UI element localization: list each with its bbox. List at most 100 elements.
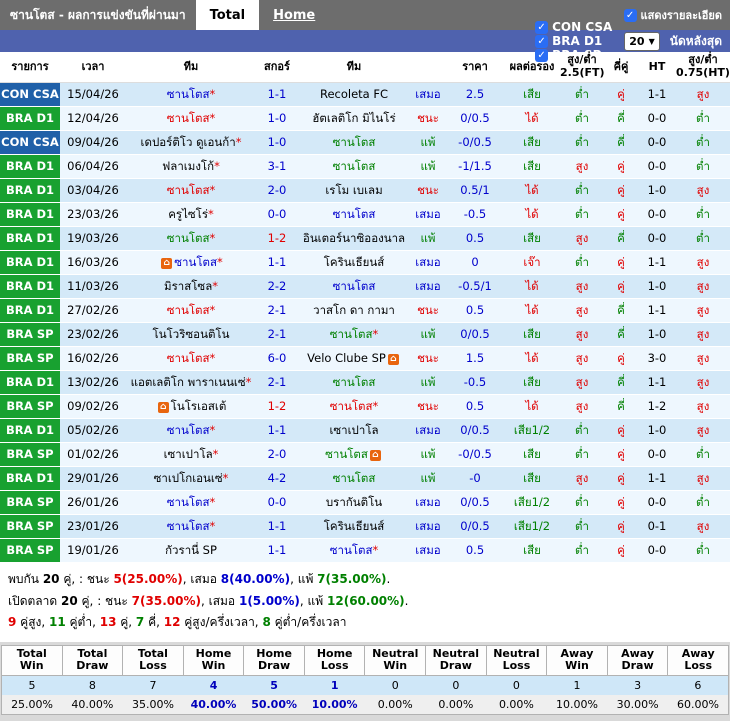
match-row: BRA SP26/01/26ซานโตส*0-0บรากันติโนเสมอ0/… <box>0 491 730 515</box>
match-score: 2-0 <box>256 179 298 203</box>
stats-header-cell: Home Loss <box>304 645 365 675</box>
league-filter-bra-d1[interactable]: ✓BRA D1 <box>535 34 612 48</box>
league-badge: BRA D1 <box>0 203 60 227</box>
stats-table: Total WinTotal DrawTotal LossHome WinHom… <box>1 645 729 715</box>
summary-segment: 8 <box>262 615 270 629</box>
odds-cell: -0 <box>446 467 504 491</box>
odd-even-cell: คี่ <box>604 371 638 395</box>
match-score: 1-1 <box>256 539 298 563</box>
summary-segment: คู่, : ชนะ <box>60 572 114 586</box>
over-under-ht-cell: สูง <box>676 299 730 323</box>
home-team: ⌂โนโรเอสเต้ <box>126 395 256 419</box>
tab-bar: Total Home <box>196 0 330 30</box>
team-name: ฮัตเลติโก มิไนโร่ <box>312 111 395 125</box>
over-under-ft-cell: ต่ำ <box>560 83 604 107</box>
team-name: ซานโตส <box>167 303 210 317</box>
home-team: แอตเลติโก พาราเนนเซ่* <box>126 371 256 395</box>
ht-score-cell: 1-1 <box>638 299 676 323</box>
tab-home[interactable]: Home <box>259 0 329 30</box>
league-badge: BRA SP <box>0 323 60 347</box>
match-row: BRA D105/02/26ซานโตส*1-1เซาเปาโลเสมอ0/0.… <box>0 419 730 443</box>
result-cell: แพ้ <box>410 131 446 155</box>
over-under-ht-cell: ต่ำ <box>676 491 730 515</box>
team-name: ซานโตส <box>167 111 210 125</box>
over-under-ft-cell: สูง <box>560 227 604 251</box>
team-name: บรากันติโน <box>326 495 382 509</box>
home-team: ซาเปโกเอนเซ่* <box>126 467 256 491</box>
match-date: 23/02/26 <box>60 323 126 347</box>
summary-segment: . <box>405 594 409 608</box>
over-under-ft-cell: สูง <box>560 347 604 371</box>
match-row: CON CSA15/04/26ซานโตส*1-1Recoleta FCเสมอ… <box>0 83 730 107</box>
details-checkbox[interactable]: ✓ <box>624 9 637 22</box>
result-cell: แพ้ <box>410 443 446 467</box>
stats-header-cell: Away Draw <box>607 645 668 675</box>
result-cell: เสมอ <box>410 515 446 539</box>
ht-score-cell: 0-0 <box>638 203 676 227</box>
team-name: เซาเปาโล <box>329 423 378 437</box>
match-count-label: นัดหลังสุด <box>670 32 722 51</box>
team-name: โครินเธียนส์ <box>324 255 384 269</box>
chevron-down-icon: ▼ <box>649 34 655 49</box>
match-date: 23/03/26 <box>60 203 126 227</box>
over-under-ft-cell: ต่ำ <box>560 443 604 467</box>
ht-score-cell: 1-0 <box>638 179 676 203</box>
home-team: ฟลาเมงโก้* <box>126 155 256 179</box>
match-date: 06/04/26 <box>60 155 126 179</box>
match-date: 23/01/26 <box>60 515 126 539</box>
league-filter-con-csa[interactable]: ✓CON CSA <box>535 20 612 34</box>
team-name: เรโม เบเลม <box>325 183 382 197</box>
tab-total[interactable]: Total <box>196 0 260 30</box>
handicap-result-cell: เสีย1/2 <box>504 491 560 515</box>
league-badge: BRA D1 <box>0 419 60 443</box>
team-name: ฟลาเมงโก้ <box>162 159 214 173</box>
match-date: 26/01/26 <box>60 491 126 515</box>
summary-block: พบกัน 20 คู่, : ชนะ 5(25.00%), เสมอ 8(40… <box>0 563 730 642</box>
team-name: เซาเปาโล <box>164 447 213 461</box>
favorite-star-icon: * <box>210 231 216 245</box>
app-titlebar: ซานโตส - ผลการแข่งขันที่ผ่านมา Total Hom… <box>0 0 730 30</box>
stats-value-cell: 0 <box>426 676 487 696</box>
league-badge: BRA D1 <box>0 371 60 395</box>
favorite-star-icon: * <box>210 423 216 437</box>
favorite-star-icon: * <box>214 159 220 173</box>
stats-values-row: 587451000136 <box>2 676 729 696</box>
home-team: ซานโตส* <box>126 419 256 443</box>
odd-even-cell: คู่ <box>604 467 638 491</box>
team-name: มิราสโซล <box>164 279 212 293</box>
match-score: 4-2 <box>256 467 298 491</box>
home-team: โนโวริซอนติโน <box>126 323 256 347</box>
over-under-ht-cell: ต่ำ <box>676 443 730 467</box>
handicap-result-cell: เสีย <box>504 323 560 347</box>
summary-segment: , แพ้ <box>290 572 317 586</box>
match-score: 1-2 <box>256 227 298 251</box>
summary-segment: 7(35.00%) <box>132 594 201 608</box>
over-under-ht-cell: สูง <box>676 371 730 395</box>
match-count-select[interactable]: 20 ▼ <box>624 32 659 51</box>
odd-even-cell: คู่ <box>604 515 638 539</box>
away-team: ซานโตส <box>298 467 410 491</box>
favorite-star-icon: * <box>373 543 379 557</box>
away-team: เรโม เบเลม <box>298 179 410 203</box>
odds-cell: 0/0.5 <box>446 107 504 131</box>
match-row: BRA D127/02/26ซานโตส*2-1วาสโก ดา กามาชนะ… <box>0 299 730 323</box>
away-team: ซานโตส* <box>298 395 410 419</box>
match-score: 1-1 <box>256 251 298 275</box>
over-under-ft-cell: สูง <box>560 299 604 323</box>
results-table: รายการเวลาทีมสกอร์ทีมราคาผลต่อรองสูง/ต่ำ… <box>0 52 730 563</box>
match-row: BRA SP01/02/26เซาเปาโล*2-0ซานโตส⌂แพ้-0/0… <box>0 443 730 467</box>
over-under-ft-cell: สูง <box>560 395 604 419</box>
team-name: ซาเปโกเอนเซ่ <box>154 471 223 485</box>
over-under-ft-cell: สูง <box>560 371 604 395</box>
odd-even-cell: คี่ <box>604 395 638 419</box>
odd-even-cell: คู่ <box>604 539 638 563</box>
home-team: ซานโตส* <box>126 491 256 515</box>
league-badge: BRA D1 <box>0 179 60 203</box>
match-row: BRA D112/04/26ซานโตส*1-0ฮัตเลติโก มิไนโร… <box>0 107 730 131</box>
match-row: BRA SP19/01/26กัวรานี่ SP1-1ซานโตส*เสมอ0… <box>0 539 730 563</box>
result-cell: ชนะ <box>410 179 446 203</box>
handicap-result-cell: เสีย <box>504 371 560 395</box>
match-score: 1-1 <box>256 419 298 443</box>
odds-cell: 0/0.5 <box>446 491 504 515</box>
away-team: ซานโตส <box>298 371 410 395</box>
